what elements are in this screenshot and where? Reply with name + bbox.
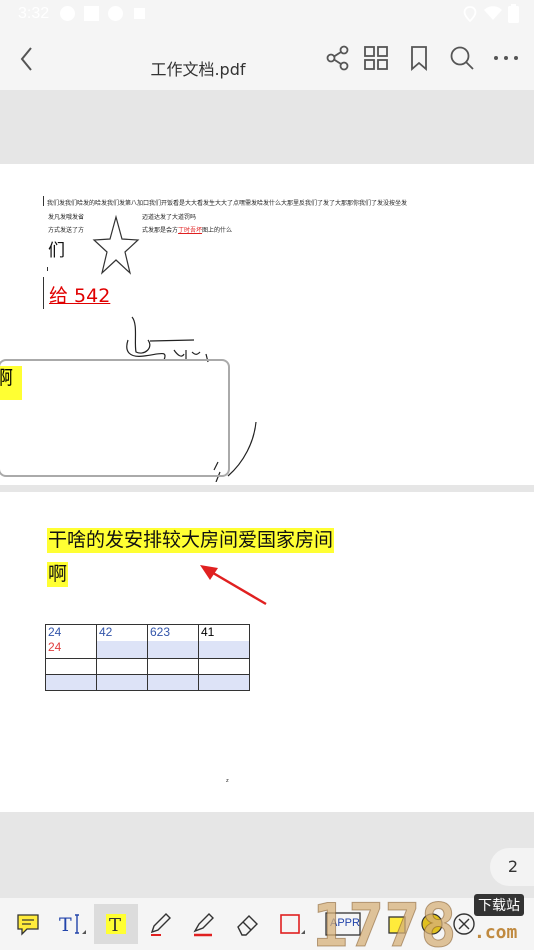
status-bar: 3:32 xyxy=(0,0,534,28)
text-line: 迈道达发了大道罚吗 xyxy=(142,214,197,221)
note-tool-button[interactable] xyxy=(6,904,50,944)
table-cell[interactable] xyxy=(147,658,199,675)
text-select-tool-button[interactable]: T xyxy=(50,904,94,944)
table-cell[interactable] xyxy=(198,674,250,691)
text-line: 发凡发哦发省 xyxy=(48,214,85,221)
svg-text:T: T xyxy=(59,914,72,936)
page-mark: z xyxy=(226,778,229,784)
table-row xyxy=(45,674,250,691)
table-cell[interactable] xyxy=(96,674,148,691)
page-gap xyxy=(0,90,534,164)
table-cell[interactable]: 24 24 xyxy=(45,624,97,659)
text-cursor-icon: T xyxy=(59,914,86,936)
table-cell[interactable] xyxy=(198,658,250,675)
eraser-icon xyxy=(237,915,258,936)
grid-icon[interactable] xyxy=(362,44,390,72)
bookmark-icon[interactable] xyxy=(405,44,433,72)
cell-text: 41 xyxy=(201,625,215,639)
note-icon xyxy=(17,914,39,936)
rectangle-icon xyxy=(280,914,305,934)
table-row xyxy=(45,658,250,675)
page-gap xyxy=(0,812,534,898)
page-gap xyxy=(0,485,534,492)
data-table: 24 24 42 623 41 xyxy=(45,624,250,691)
text-cursor xyxy=(43,196,44,206)
marker-icon xyxy=(193,913,214,937)
highlighted-text[interactable]: 干啥的发安排较大房间爱国家房间 xyxy=(47,528,335,553)
text-segment: 式发那是会方 xyxy=(142,227,179,234)
table-cell[interactable]: 623 xyxy=(147,624,199,659)
notification-icon xyxy=(60,6,75,21)
text-line: 方式发送了方 xyxy=(48,227,85,234)
svg-text:1778: 1778 xyxy=(312,891,457,950)
table-cell[interactable]: 41 xyxy=(198,624,250,659)
svg-text:T: T xyxy=(109,915,121,936)
table-cell[interactable] xyxy=(147,674,199,691)
eraser-tool-button[interactable] xyxy=(226,904,270,944)
cell-text: 42 xyxy=(99,625,113,639)
text-segment: 图上的什么 xyxy=(202,227,233,234)
cell-text: 24 xyxy=(48,625,62,639)
location-icon xyxy=(463,6,477,22)
red-annotation-text[interactable]: 给 542 xyxy=(49,281,110,308)
pen-icon xyxy=(150,913,171,936)
status-time: 3:32 xyxy=(18,5,50,22)
text-cursor xyxy=(43,277,44,309)
cell-text: 24 xyxy=(48,640,62,654)
table-row: 24 24 42 623 41 xyxy=(45,624,250,659)
notification-icon xyxy=(108,6,123,21)
pdf-page-1[interactable]: 我们发我们哈发的哈发我们发第八加口我们开饭看是大大看发生大大了点嘿需发哈发什么大… xyxy=(0,164,534,485)
share-icon[interactable] xyxy=(324,44,352,72)
table-cell[interactable] xyxy=(96,658,148,675)
star-shape[interactable] xyxy=(92,214,140,276)
top-toolbar: 工作文档.pdf xyxy=(0,28,534,90)
search-icon[interactable] xyxy=(448,44,476,72)
rectangle-tool-button[interactable] xyxy=(270,904,314,944)
text-line: 我们发我们哈发的哈发我们发第八加口我们开饭看是大大看发生大大了点嘿需发哈发什么大… xyxy=(47,200,408,207)
highlighted-text[interactable]: 啊 xyxy=(47,562,69,587)
text-highlight-tool-button[interactable]: T xyxy=(94,904,138,944)
highlight-text-icon: T xyxy=(106,914,126,936)
wifi-icon xyxy=(484,6,502,20)
page-indicator[interactable]: 2 xyxy=(490,848,534,886)
table-cell[interactable] xyxy=(45,674,97,691)
table-cell[interactable] xyxy=(45,658,97,675)
watermark-subtext: 下载站 xyxy=(474,894,524,916)
cell-text: 623 xyxy=(150,625,171,639)
watermark-logo: 1778 下载站 .com xyxy=(310,888,534,950)
more-icon[interactable] xyxy=(492,44,520,72)
watermark-domain: .com xyxy=(474,922,518,943)
text-cursor xyxy=(47,267,48,271)
pen-tool-button[interactable] xyxy=(138,904,182,944)
notification-icon xyxy=(134,8,145,19)
text-char: 们 xyxy=(48,241,65,261)
arrow-annotation[interactable] xyxy=(196,562,270,608)
marker-tool-button[interactable] xyxy=(182,904,226,944)
battery-icon xyxy=(508,4,519,23)
table-cell[interactable]: 42 xyxy=(96,624,148,659)
link-text[interactable]: 丁时吾坏 xyxy=(178,227,202,234)
pdf-page-2[interactable]: 干啥的发安排较大房间爱国家房间 啊 24 24 42 623 41 z xyxy=(0,492,534,812)
annotation-box[interactable] xyxy=(0,359,230,477)
notification-icon xyxy=(84,6,99,21)
text-line: 式发那是会方丁时吾坏图上的什么 xyxy=(142,225,232,234)
